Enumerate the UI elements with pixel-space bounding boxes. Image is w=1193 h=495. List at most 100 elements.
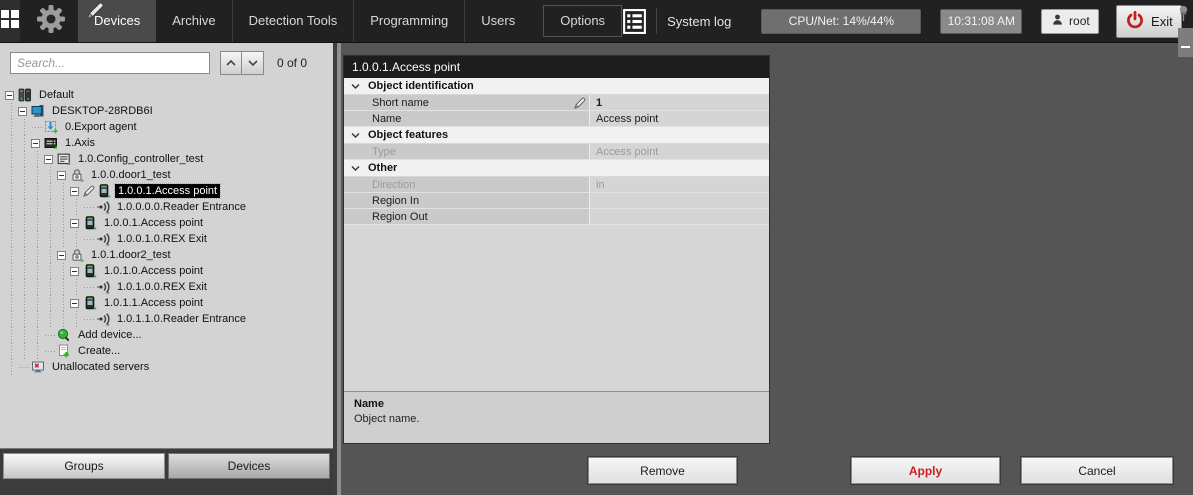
tree-expand-icon[interactable] bbox=[70, 187, 79, 196]
tree-expand-icon[interactable] bbox=[70, 267, 79, 276]
tree-item-1-0-1-0-0-rex-exit[interactable]: 1.0.1.0.0.REX Exit bbox=[5, 279, 331, 295]
user-name-label: root bbox=[1069, 14, 1090, 28]
pin-icon[interactable] bbox=[1178, 4, 1189, 29]
tree-guide bbox=[31, 151, 44, 167]
collapse-panel-button[interactable] bbox=[1178, 28, 1193, 57]
tab-archive[interactable]: Archive bbox=[156, 0, 231, 42]
property-row-short-name: Short name1 bbox=[344, 95, 769, 111]
search-next-button[interactable] bbox=[242, 51, 264, 75]
tab-options[interactable]: Options bbox=[543, 5, 622, 37]
tree-item-create[interactable]: Create... bbox=[5, 343, 331, 359]
tree-guide bbox=[18, 167, 31, 183]
tree-expand-icon[interactable] bbox=[31, 139, 40, 148]
tree-guide bbox=[5, 247, 18, 263]
remove-button[interactable]: Remove bbox=[588, 457, 737, 484]
apply-button[interactable]: Apply bbox=[851, 457, 1000, 484]
axis-device-icon bbox=[44, 136, 58, 150]
tree-item-unallocated-servers[interactable]: Unallocated servers bbox=[5, 359, 331, 375]
property-section-object-features[interactable]: Object features bbox=[344, 127, 769, 144]
tree-expand-icon[interactable] bbox=[70, 299, 79, 308]
tree-expand-icon[interactable] bbox=[57, 171, 66, 180]
property-section-object-identification[interactable]: Object identification bbox=[344, 78, 769, 95]
add-device-icon bbox=[57, 328, 71, 342]
tree-guide bbox=[18, 119, 31, 135]
tree-expand-icon[interactable] bbox=[44, 155, 53, 164]
search-input[interactable] bbox=[10, 52, 210, 74]
search-prev-button[interactable] bbox=[220, 51, 242, 75]
cpu-net-indicator[interactable]: CPU/Net: 14%/44% bbox=[761, 9, 921, 34]
cancel-button[interactable]: Cancel bbox=[1021, 457, 1173, 484]
tree-item-add-device[interactable]: Add device... bbox=[5, 327, 331, 343]
panel-splitter[interactable] bbox=[333, 43, 341, 495]
tree-item-1-0-1-1-access-point[interactable]: 1.0.1.1.Access point bbox=[5, 295, 331, 311]
tree-item-label: Unallocated servers bbox=[49, 360, 152, 374]
property-section-other[interactable]: Other bbox=[344, 160, 769, 177]
tree-guide bbox=[18, 183, 31, 199]
topbar: DevicesArchiveDetection ToolsProgramming… bbox=[0, 0, 1193, 43]
property-value[interactable] bbox=[589, 193, 769, 208]
tree-expand-icon[interactable] bbox=[57, 251, 66, 260]
tree-item-1-0-0-1-access-point[interactable]: 1.0.0.1.Access point bbox=[5, 215, 331, 231]
tree-guide bbox=[18, 327, 31, 343]
topbar-tabs: DevicesArchiveDetection ToolsProgramming… bbox=[78, 0, 622, 42]
property-label: Direction bbox=[344, 177, 589, 192]
tree-item-desktop-28rdb6i[interactable]: DESKTOP-28RDB6I bbox=[5, 103, 331, 119]
servers-icon bbox=[18, 88, 32, 102]
tab-programming[interactable]: Programming bbox=[353, 0, 464, 42]
tree-item-1-0-1-0-access-point[interactable]: 1.0.1.0.Access point bbox=[5, 263, 331, 279]
system-log-button[interactable]: System log bbox=[667, 14, 731, 29]
property-value[interactable] bbox=[589, 209, 769, 224]
device-tree-panel: 0 of 0 DefaultDESKTOP-28RDB6I0.Export ag… bbox=[0, 43, 333, 495]
panel-tab-devices[interactable]: Devices bbox=[168, 453, 330, 479]
tree-item-label: 1.0.0.door1_test bbox=[88, 168, 174, 182]
property-value[interactable]: Access point bbox=[589, 111, 769, 126]
tree-guide bbox=[31, 167, 44, 183]
settings-gear-button[interactable] bbox=[34, 0, 68, 42]
tree-item-1-0-config-controller-test[interactable]: 1.0.Config_controller_test bbox=[5, 151, 331, 167]
tree-guide bbox=[18, 231, 31, 247]
tree-expand-icon[interactable] bbox=[70, 219, 79, 228]
tree-guide bbox=[83, 311, 96, 327]
property-row-region-in: Region In bbox=[344, 193, 769, 209]
tree-guide bbox=[57, 263, 70, 279]
property-description-title: Name bbox=[354, 398, 759, 410]
tab-detection-tools[interactable]: Detection Tools bbox=[232, 0, 354, 42]
panel-tab-groups[interactable]: Groups bbox=[3, 453, 165, 479]
clock-indicator[interactable]: 10:31:08 AM bbox=[940, 9, 1022, 34]
property-label: Name bbox=[344, 111, 589, 126]
tree-guide bbox=[57, 199, 70, 215]
topbar-right-cluster: System log CPU/Net: 14%/44% 10:31:08 AM … bbox=[622, 0, 1193, 42]
tree-item-1-0-0-door1-test[interactable]: 1.0.0.door1_test bbox=[5, 167, 331, 183]
tree-guide bbox=[44, 327, 57, 343]
tree-guide bbox=[57, 183, 70, 199]
reader-icon bbox=[96, 232, 110, 246]
tree-guide bbox=[57, 231, 70, 247]
tree-guide bbox=[31, 263, 44, 279]
property-value[interactable]: 1 bbox=[589, 95, 769, 110]
tree-expand-icon[interactable] bbox=[5, 91, 14, 100]
tree-guide bbox=[31, 215, 44, 231]
tree-item-1-0-1-1-0-reader-entrance[interactable]: 1.0.1.1.0.Reader Entrance bbox=[5, 311, 331, 327]
tab-users[interactable]: Users bbox=[464, 0, 531, 42]
tree-item-1-0-0-1-access-point[interactable]: 1.0.0.1.Access point bbox=[5, 183, 331, 199]
tree-item-1-0-1-door2-test[interactable]: 1.0.1.door2_test bbox=[5, 247, 331, 263]
divider bbox=[656, 8, 657, 34]
current-user-button[interactable]: root bbox=[1041, 9, 1099, 34]
tree-item-label: 1.0.1.door2_test bbox=[88, 248, 174, 262]
apps-menu-button[interactable] bbox=[0, 0, 20, 42]
tree-item-1-0-0-1-0-rex-exit[interactable]: 1.0.0.1.0.REX Exit bbox=[5, 231, 331, 247]
tree-item-label: 1.0.0.0.0.Reader Entrance bbox=[114, 200, 249, 214]
tree-item-label: 1.0.0.1.Access point bbox=[115, 184, 220, 198]
edit-pencil-icon bbox=[86, 1, 105, 25]
tree-item-1-axis[interactable]: 1.Axis bbox=[5, 135, 331, 151]
tree-item-1-0-0-0-0-reader-entrance[interactable]: 1.0.0.0.0.Reader Entrance bbox=[5, 199, 331, 215]
exit-button[interactable]: Exit bbox=[1116, 5, 1182, 38]
tree-guide bbox=[5, 103, 18, 119]
tree-guide bbox=[83, 279, 96, 295]
tree-item-0-export-agent[interactable]: 0.Export agent bbox=[5, 119, 331, 135]
tree-panel-footer: GroupsDevices bbox=[0, 448, 333, 495]
tree-expand-icon[interactable] bbox=[18, 107, 27, 116]
tree-item-label: 1.0.1.0.Access point bbox=[101, 264, 206, 278]
tree-item-default[interactable]: Default bbox=[5, 87, 331, 103]
property-section-label: Object features bbox=[368, 129, 448, 141]
